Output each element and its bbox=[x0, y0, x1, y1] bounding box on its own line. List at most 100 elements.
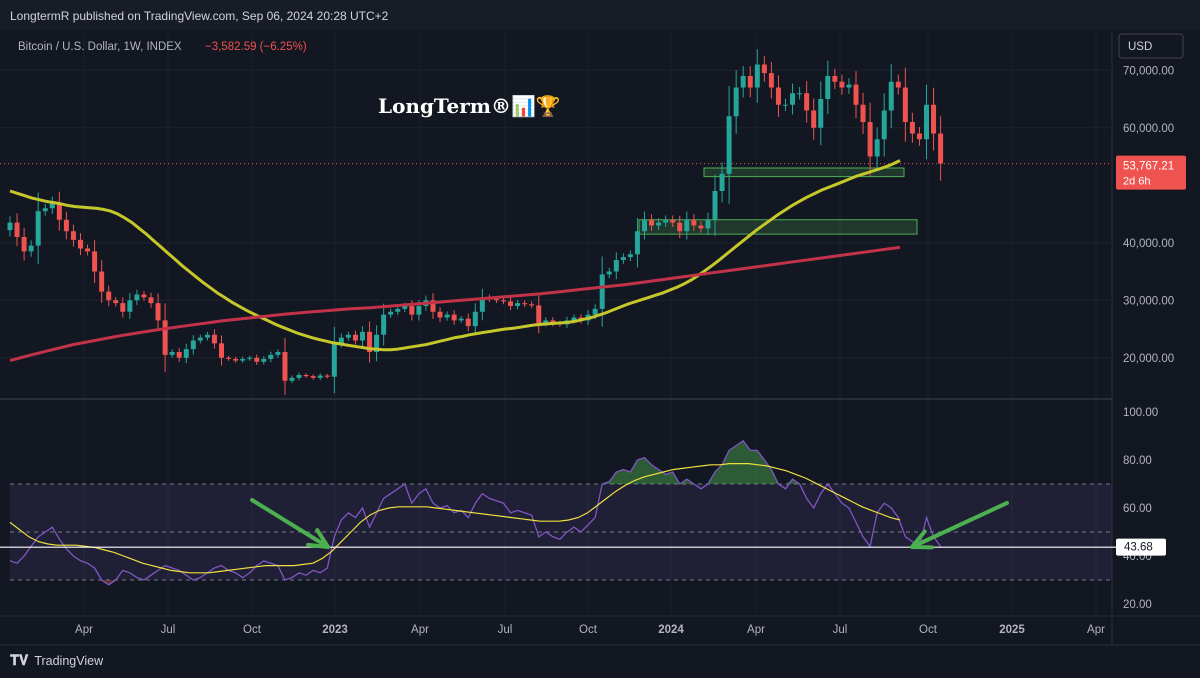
footer: 𝐓𝐕 TradingView bbox=[10, 652, 103, 669]
candle-body bbox=[501, 300, 506, 302]
candle-body bbox=[522, 303, 528, 305]
candle-body bbox=[190, 340, 196, 350]
time-tick-label: 2025 bbox=[999, 624, 1025, 636]
candle-body bbox=[141, 294, 147, 298]
candle-body bbox=[416, 306, 422, 315]
candle-body bbox=[670, 219, 676, 223]
candle-body bbox=[924, 104, 929, 140]
candle-body bbox=[790, 93, 796, 105]
candle-body bbox=[656, 222, 662, 226]
candle-body bbox=[747, 76, 753, 88]
rsi-tick-label: 20.00 bbox=[1123, 599, 1152, 611]
candle-body bbox=[70, 231, 76, 240]
currency-label: USD bbox=[1128, 41, 1152, 53]
candle-body bbox=[352, 334, 358, 341]
candle-body bbox=[853, 84, 859, 105]
candle-body bbox=[451, 314, 457, 321]
candle-body bbox=[508, 301, 514, 306]
candle-body bbox=[444, 314, 450, 318]
candle-body bbox=[811, 110, 817, 128]
time-tick-label: Jul bbox=[833, 624, 848, 636]
candle-body bbox=[719, 173, 725, 191]
candle-body bbox=[106, 291, 112, 301]
candle-body bbox=[888, 81, 894, 111]
rsi-readout-value: 43.68 bbox=[1124, 542, 1153, 554]
candle-body bbox=[324, 375, 330, 377]
symbol-title: Bitcoin / U.S. Dollar, 1W, INDEX bbox=[18, 41, 182, 53]
candle-body bbox=[783, 104, 788, 106]
candle-body bbox=[818, 99, 824, 128]
time-tick-label: 2024 bbox=[658, 624, 684, 636]
candle-body bbox=[78, 239, 83, 249]
candle-body bbox=[219, 343, 224, 358]
candle-body bbox=[437, 311, 443, 318]
candle-body bbox=[931, 104, 937, 134]
price-axis[interactable]: 20,000.00 30,000.00 40,000.00 60,000.00 70,0… bbox=[1123, 65, 1174, 611]
candle-body bbox=[825, 76, 831, 99]
last-price-label: 53,767.21 2d 6h bbox=[1116, 155, 1186, 190]
candle-body bbox=[642, 219, 647, 232]
candle-body bbox=[21, 237, 27, 252]
candle-body bbox=[14, 222, 20, 237]
candle-body bbox=[733, 87, 739, 117]
candle-body bbox=[775, 87, 781, 105]
last-price-countdown: 2d 6h bbox=[1123, 176, 1151, 188]
rsi-tick-label: 60.00 bbox=[1123, 503, 1152, 515]
candle-body bbox=[254, 357, 260, 362]
candle-body bbox=[677, 222, 683, 232]
candle-body bbox=[296, 375, 302, 378]
candle-body bbox=[768, 73, 774, 88]
candle-body bbox=[740, 76, 746, 88]
candle-body bbox=[797, 93, 803, 95]
candle-body bbox=[345, 334, 351, 338]
candle-body bbox=[176, 352, 182, 358]
candle-body bbox=[155, 303, 161, 321]
footer-brand: TradingView bbox=[34, 653, 104, 668]
candle-body bbox=[303, 375, 309, 377]
candle-body bbox=[620, 257, 626, 260]
candle-body bbox=[331, 343, 337, 377]
candle-body bbox=[261, 358, 267, 362]
candle-body bbox=[599, 274, 605, 309]
candle-body bbox=[7, 222, 13, 231]
candle-body bbox=[247, 357, 253, 359]
candle-body bbox=[162, 320, 168, 355]
candle-body bbox=[85, 248, 91, 252]
candle-body bbox=[613, 260, 619, 272]
candle-body bbox=[839, 81, 845, 88]
candle-body bbox=[268, 354, 274, 359]
candle-body bbox=[127, 300, 133, 312]
candle-body bbox=[395, 308, 401, 312]
candle-body bbox=[684, 219, 690, 232]
time-axis[interactable]: Apr Jul Oct 2023 Apr Jul Oct 2024 Apr Jul Oct 2025 A… bbox=[75, 624, 1105, 636]
chart-canvas[interactable]: 20,000.00 30,000.00 40,000.00 60,000.00 70,0… bbox=[0, 0, 1200, 678]
time-tick-label: Oct bbox=[919, 624, 938, 636]
candle-body bbox=[35, 211, 41, 246]
candle-body bbox=[183, 349, 189, 358]
candle-body bbox=[726, 116, 732, 174]
candle-body bbox=[916, 133, 922, 140]
time-tick-label: Apr bbox=[1087, 624, 1105, 636]
candle-body bbox=[832, 76, 838, 82]
candle-body bbox=[649, 219, 655, 226]
candle-body bbox=[169, 352, 175, 355]
candle-body bbox=[881, 110, 887, 140]
candle-body bbox=[846, 84, 852, 88]
time-tick-label: Jul bbox=[161, 624, 176, 636]
time-tick-label: Jul bbox=[498, 624, 513, 636]
candle-body bbox=[120, 303, 126, 312]
watermark-text: LongTerm®📊🏆 bbox=[378, 94, 561, 118]
candle-body bbox=[515, 303, 521, 306]
candle-body bbox=[211, 334, 217, 344]
candle-body bbox=[317, 375, 323, 378]
candle-body bbox=[938, 133, 944, 164]
candle-body bbox=[804, 93, 810, 111]
candle-body bbox=[472, 311, 478, 327]
rsi-tick-label: 80.00 bbox=[1123, 455, 1152, 467]
candle-body bbox=[902, 87, 908, 122]
candle-body bbox=[409, 306, 415, 315]
candle-body bbox=[289, 377, 295, 381]
candle-body bbox=[663, 219, 669, 223]
candle-body bbox=[634, 231, 640, 255]
candle-body bbox=[860, 104, 866, 122]
